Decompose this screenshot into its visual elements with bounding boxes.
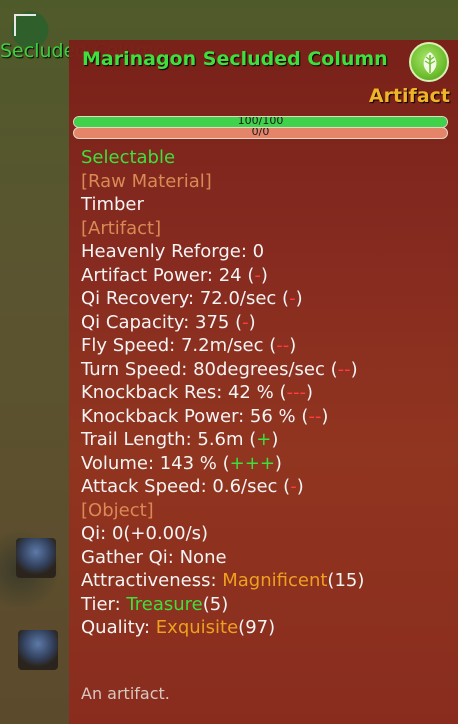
attr-value: Magnificent: [222, 570, 328, 591]
quality-value: Exquisite: [155, 617, 239, 638]
stat-text: Artifact Power: 24: [81, 264, 248, 286]
stat-text: Trail Length: 5.6m: [81, 429, 250, 450]
building-sprite[interactable]: [16, 538, 56, 578]
object-qi: Qi: 0(+0.00/s): [81, 523, 209, 544]
quality-label: Quality:: [81, 617, 156, 638]
item-description: An artifact.: [81, 684, 170, 703]
stat-modifier: --: [276, 335, 290, 356]
object-gather-qi: Gather Qi: None: [81, 546, 227, 568]
stat-heavenly-reforge: Heavenly Reforge: 0: [81, 241, 265, 262]
stat-text: Turn Speed: 80degrees/sec: [81, 358, 331, 380]
stat-modifier: --: [337, 358, 351, 380]
stat-text: Volume: 143 %: [81, 452, 223, 474]
stat-trail-length: Trail Length: 5.6m (+): [81, 429, 279, 450]
stat-text: Knockback Power: 56 %: [81, 405, 302, 427]
durability-bar-text: 100/100: [237, 116, 284, 127]
stat-artifact-power: Artifact Power: 24 (-): [81, 264, 268, 286]
stat-volume: Volume: 143 % (+++): [81, 452, 282, 474]
stat-text: Attack Speed: 0.6/sec: [81, 476, 284, 497]
stat-modifier: ---: [286, 382, 306, 403]
attr-label: Attractiveness:: [81, 570, 223, 591]
leaf-icon: [409, 42, 449, 82]
stat-modifier: -: [242, 311, 249, 333]
selection-corner-marker: [14, 14, 36, 36]
qi-bar-text: 0/0: [251, 127, 270, 138]
stat-turn-speed: Turn Speed: 80degrees/sec (--): [81, 358, 358, 380]
object-quality: Quality: Exquisite(97): [81, 616, 451, 640]
object-tier: Tier: Treasure(5): [81, 593, 451, 617]
object-attractiveness: Attractiveness: Magnificent(15): [81, 569, 451, 593]
selectable-label: Selectable: [81, 147, 176, 168]
stat-text: Qi Recovery: 72.0/sec: [81, 288, 283, 309]
artifact-header: [Artifact]: [81, 217, 162, 239]
item-title: Marinagon Secluded Column: [82, 48, 388, 70]
tier-label: Tier:: [81, 593, 127, 615]
stat-modifier: +: [256, 429, 272, 450]
tooltip-lines: Selectable [Raw Material] Timber [Artifa…: [81, 146, 451, 640]
stat-text: Qi Capacity: 375: [81, 311, 236, 333]
stat-modifier: +++: [229, 452, 275, 474]
building-sprite[interactable]: [18, 630, 58, 670]
stat-modifier: --: [308, 405, 322, 427]
stat-knockback-res: Knockback Res: 42 % (---): [81, 382, 313, 403]
stat-text: Knockback Res: 42 %: [81, 382, 280, 403]
rarity-label: Artifact: [368, 85, 450, 107]
stat-modifier: -: [289, 288, 296, 309]
stat-attack-speed: Attack Speed: 0.6/sec (-): [81, 476, 304, 497]
stat-text: Fly Speed: 7.2m/sec: [81, 335, 270, 356]
stat-modifier: -: [254, 264, 261, 286]
stat-knockback-power: Knockback Power: 56 % (--): [81, 405, 329, 427]
tier-num: (5): [202, 593, 229, 615]
raw-material-value: Timber: [81, 194, 144, 215]
attr-num: (15): [327, 570, 365, 591]
stat-fly-speed: Fly Speed: 7.2m/sec (--): [81, 335, 297, 356]
object-header: [Object]: [81, 499, 154, 521]
stat-modifier: -: [290, 476, 297, 497]
tier-value: Treasure: [126, 593, 203, 615]
qi-bar: 0/0: [73, 127, 448, 139]
stat-qi-recovery: Qi Recovery: 72.0/sec (-): [81, 288, 303, 309]
stat-qi-capacity: Qi Capacity: 375 (-): [81, 311, 256, 333]
quality-num: (97): [238, 617, 276, 638]
raw-material-header: [Raw Material]: [81, 170, 212, 192]
